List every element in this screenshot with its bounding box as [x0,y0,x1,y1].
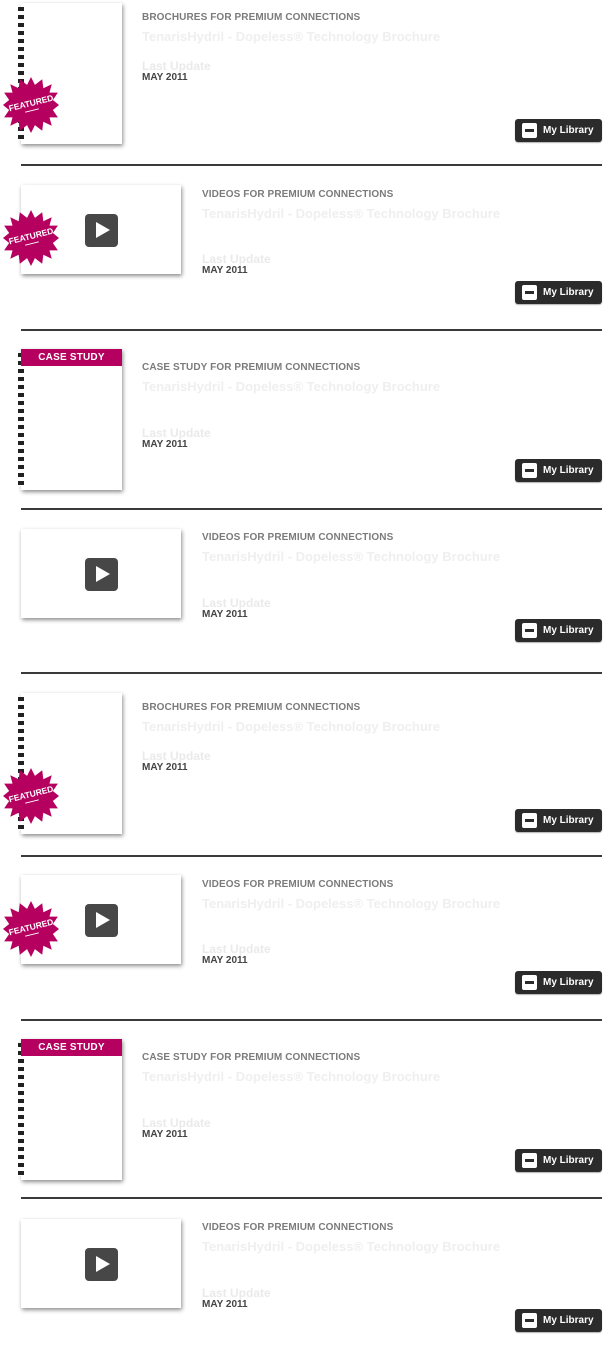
minus-icon [522,463,537,478]
divider [21,508,602,510]
my-library-button[interactable]: My Library [515,971,602,994]
divider [21,855,602,857]
brochure-thumbnail[interactable]: CASE STUDY [18,349,122,490]
last-update-date: MAY 2011 [142,439,188,450]
item-category: VIDEOS FOR PREMIUM CONNECTIONS [202,1222,394,1233]
my-library-button[interactable]: My Library [515,281,602,304]
divider [21,672,602,674]
last-update-date: MAY 2011 [202,955,248,966]
item-category: BROCHURES FOR PREMIUM CONNECTIONS [142,702,361,713]
my-library-button[interactable]: My Library [515,1309,602,1332]
item-title[interactable]: TenarisHydril - Dopeless® Technology Bro… [142,379,440,394]
my-library-button[interactable]: My Library [515,459,602,482]
last-update-label: Last Update [142,1116,211,1130]
item-title[interactable]: TenarisHydril - Dopeless® Technology Bro… [142,1069,440,1084]
divider [21,164,602,166]
minus-icon [522,123,537,138]
play-icon[interactable] [85,1248,118,1281]
item-title[interactable]: TenarisHydril - Dopeless® Technology Bro… [202,549,500,564]
my-library-button[interactable]: My Library [515,619,602,642]
divider [21,1019,602,1021]
my-library-button-label: My Library [543,815,594,826]
minus-icon [522,623,537,638]
item-category: CASE STUDY FOR PREMIUM CONNECTIONS [142,1052,361,1063]
item-title[interactable]: TenarisHydril - Dopeless® Technology Bro… [142,719,440,734]
brochure-thumbnail[interactable]: CASE STUDY [18,1039,122,1180]
my-library-button-label: My Library [543,625,594,636]
my-library-button-label: My Library [543,125,594,136]
my-library-button[interactable]: My Library [515,1149,602,1172]
video-thumbnail[interactable] [21,529,181,618]
my-library-button-label: My Library [543,977,594,988]
last-update-label: Last Update [202,596,271,610]
last-update-label: Last Update [142,749,211,763]
last-update-date: MAY 2011 [202,1299,248,1310]
minus-icon [522,285,537,300]
last-update-date: MAY 2011 [142,762,188,773]
featured-badge: FEATURED [3,210,59,266]
minus-icon [522,975,537,990]
my-library-button[interactable]: My Library [515,809,602,832]
last-update-date: MAY 2011 [202,265,248,276]
item-title[interactable]: TenarisHydril - Dopeless® Technology Bro… [142,29,440,44]
item-category: CASE STUDY FOR PREMIUM CONNECTIONS [142,362,361,373]
my-library-button-label: My Library [543,1315,594,1326]
my-library-button-label: My Library [543,1155,594,1166]
last-update-label: Last Update [142,426,211,440]
case-study-banner: CASE STUDY [21,349,122,366]
my-library-button-label: My Library [543,287,594,298]
my-library-button[interactable]: My Library [515,119,602,142]
last-update-label: Last Update [202,1286,271,1300]
last-update-label: Last Update [202,252,271,266]
item-title[interactable]: TenarisHydril - Dopeless® Technology Bro… [202,206,500,221]
item-category: VIDEOS FOR PREMIUM CONNECTIONS [202,879,394,890]
last-update-label: Last Update [202,942,271,956]
last-update-label: Last Update [142,59,211,73]
divider [21,1197,602,1199]
item-title[interactable]: TenarisHydril - Dopeless® Technology Bro… [202,1239,500,1254]
item-category: VIDEOS FOR PREMIUM CONNECTIONS [202,189,394,200]
video-thumbnail[interactable] [21,1219,181,1308]
case-study-banner: CASE STUDY [21,1039,122,1056]
featured-badge: FEATURED [3,77,59,133]
featured-badge: FEATURED [3,901,59,957]
divider [21,329,602,331]
play-icon[interactable] [85,214,118,247]
item-title[interactable]: TenarisHydril - Dopeless® Technology Bro… [202,896,500,911]
last-update-date: MAY 2011 [142,72,188,83]
last-update-date: MAY 2011 [202,609,248,620]
last-update-date: MAY 2011 [142,1129,188,1140]
play-icon[interactable] [85,558,118,591]
featured-badge: FEATURED [3,768,59,824]
my-library-button-label: My Library [543,465,594,476]
play-icon[interactable] [85,904,118,937]
item-category: BROCHURES FOR PREMIUM CONNECTIONS [142,12,361,23]
minus-icon [522,813,537,828]
minus-icon [522,1313,537,1328]
item-category: VIDEOS FOR PREMIUM CONNECTIONS [202,532,394,543]
minus-icon [522,1153,537,1168]
